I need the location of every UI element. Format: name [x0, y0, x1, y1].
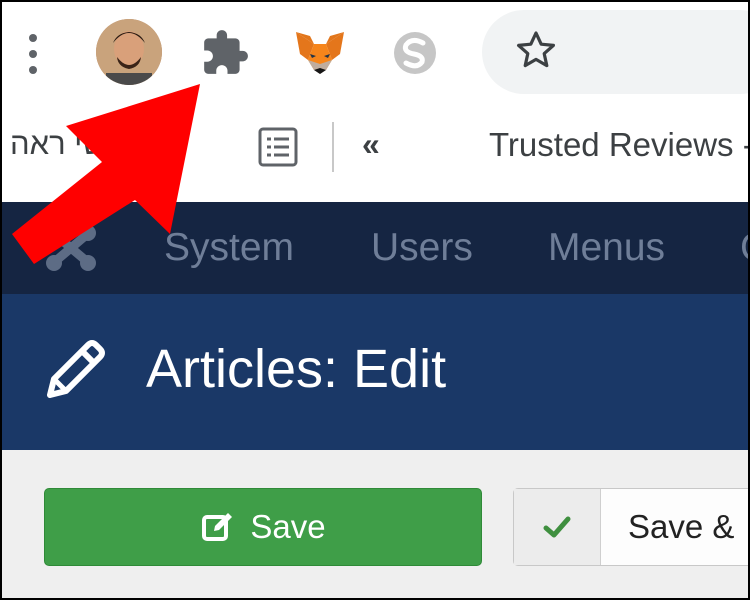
screenshot-frame: ראשי ראה « Trusted Reviews - System User…: [0, 0, 750, 600]
profile-avatar[interactable]: [96, 19, 162, 85]
save-label: Save: [250, 508, 326, 545]
check-icon: [514, 489, 601, 565]
puzzle-extensions-icon[interactable]: [200, 28, 250, 78]
metamask-fox-icon[interactable]: [292, 28, 348, 78]
kebab-menu-icon[interactable]: [26, 34, 40, 74]
edit-icon: [202, 513, 233, 541]
star-icon[interactable]: [512, 26, 560, 74]
chevron-left-icon[interactable]: «: [362, 126, 380, 163]
joomla-logo-icon[interactable]: [42, 222, 100, 274]
save-button[interactable]: Save: [44, 488, 482, 566]
s-extension-icon[interactable]: [390, 28, 440, 78]
save-close-label: Save &: [628, 508, 735, 545]
nav-content[interactable]: C: [740, 226, 748, 270]
browser-toolbar: [2, 2, 748, 107]
bookmark-hebrew[interactable]: ראשי ראה: [10, 126, 140, 162]
save-close-button[interactable]: Save &: [513, 488, 748, 566]
bookmarks-divider: [332, 122, 334, 172]
bookmark-trusted-reviews[interactable]: Trusted Reviews -: [489, 126, 748, 164]
list-icon[interactable]: [257, 126, 299, 168]
page-title: Articles: Edit: [146, 339, 447, 399]
nav-system[interactable]: System: [164, 226, 294, 270]
nav-users[interactable]: Users: [371, 226, 473, 270]
nav-menus[interactable]: Menus: [548, 226, 665, 270]
pencil-icon: [42, 337, 108, 403]
